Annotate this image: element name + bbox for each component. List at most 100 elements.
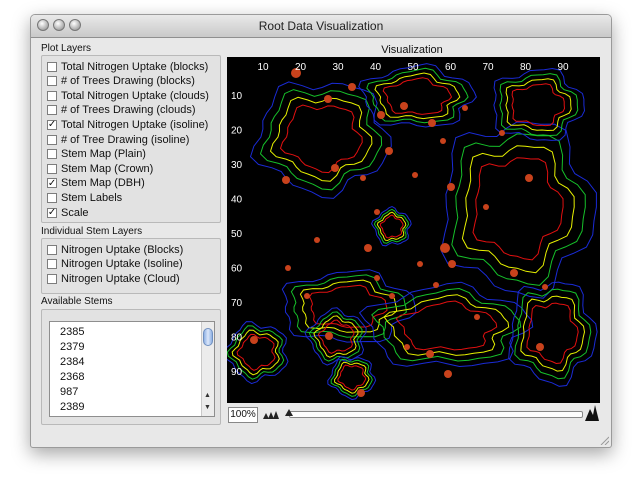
- plot-layer-checkbox[interactable]: ✓: [47, 119, 57, 130]
- zoom-level-field[interactable]: 100%: [228, 407, 258, 423]
- scroll-up-arrow-icon[interactable]: ▲: [204, 392, 211, 399]
- stem-dot[interactable]: [360, 175, 366, 181]
- plot-layer-checkbox[interactable]: [47, 90, 57, 101]
- plot-layer-item[interactable]: Total Nitrogen Uptake (clouds): [47, 89, 209, 102]
- plot-layer-item[interactable]: # of Trees Drawing (clouds): [47, 104, 196, 117]
- plot-layer-checkbox[interactable]: [47, 105, 57, 116]
- plot-layer-item[interactable]: # of Trees Drawing (blocks): [47, 75, 195, 88]
- stem-list-item[interactable]: 987: [60, 386, 78, 398]
- stem-dot[interactable]: [433, 282, 439, 288]
- stem-dot[interactable]: [385, 147, 393, 155]
- stem-layer-checkbox[interactable]: [47, 259, 57, 270]
- stem-layer-item[interactable]: Nitrogen Uptake (Isoline): [47, 258, 183, 271]
- stem-dot[interactable]: [474, 314, 480, 320]
- stem-dot[interactable]: [536, 343, 544, 351]
- zoom-slider[interactable]: [289, 411, 583, 418]
- stem-dot[interactable]: [428, 119, 436, 127]
- stem-layers-label: Individual Stem Layers: [41, 226, 143, 237]
- plot-layer-item[interactable]: Stem Map (Plain): [47, 148, 146, 161]
- stem-list-item[interactable]: 2389: [60, 401, 84, 413]
- stem-dot[interactable]: [542, 284, 548, 290]
- stem-dot[interactable]: [282, 176, 290, 184]
- stem-dot[interactable]: [412, 172, 418, 178]
- stem-dot[interactable]: [447, 183, 455, 191]
- zoom-slider-thumb[interactable]: [285, 409, 293, 416]
- visualization-canvas[interactable]: 10 20 30 40 50 60 70 80 90 10 20 30 40 50 60 70 80 90: [222, 57, 600, 403]
- plot-layer-label: Stem Map (Plain): [61, 148, 146, 161]
- stem-dot[interactable]: [426, 350, 434, 358]
- stems-scrollbar[interactable]: ▲ ▼: [201, 322, 214, 416]
- plot-layer-checkbox[interactable]: ✓: [47, 207, 57, 218]
- stem-list-item[interactable]: 2368: [60, 371, 84, 383]
- visualization-title: Visualization: [381, 44, 443, 56]
- stem-dot[interactable]: [440, 138, 446, 144]
- x-tick-label: 40: [370, 62, 382, 73]
- stem-dot[interactable]: [448, 260, 456, 268]
- y-tick-label: 20: [231, 126, 243, 137]
- stem-list-item[interactable]: 2384: [60, 356, 84, 368]
- stem-dot[interactable]: [364, 244, 372, 252]
- stem-dot[interactable]: [389, 293, 395, 299]
- small-mountains-icon[interactable]: [263, 409, 279, 419]
- stem-dot[interactable]: [510, 269, 518, 277]
- stem-dot[interactable]: [325, 332, 333, 340]
- stem-dot[interactable]: [483, 204, 489, 210]
- stem-layer-checkbox[interactable]: [47, 244, 57, 255]
- stem-layer-checkbox[interactable]: [47, 273, 57, 284]
- stem-dot[interactable]: [499, 130, 505, 136]
- plot-layer-checkbox[interactable]: [47, 149, 57, 160]
- x-tick-label: 60: [445, 62, 457, 73]
- stem-layer-label: Nitrogen Uptake (Isoline): [61, 258, 183, 271]
- isoline-map: 10 20 30 40 50 60 70 80 90 10 20 30 40 50 60 70 80 90: [222, 62, 598, 401]
- plot-layer-item[interactable]: ✓ Scale: [47, 206, 89, 219]
- stem-list-item[interactable]: 2379: [60, 341, 84, 353]
- scroll-down-arrow-icon[interactable]: ▼: [204, 404, 211, 411]
- stem-dot[interactable]: [444, 370, 452, 378]
- stem-dot[interactable]: [324, 95, 332, 103]
- stem-dot[interactable]: [404, 344, 410, 350]
- stem-layer-item[interactable]: Nitrogen Uptake (Cloud): [47, 272, 180, 285]
- plot-layer-item[interactable]: Total Nitrogen Uptake (blocks): [47, 60, 208, 73]
- y-tick-label: 90: [231, 367, 243, 378]
- stem-dot[interactable]: [357, 389, 365, 397]
- plot-layer-item[interactable]: # of Tree Drawing (isoline): [47, 133, 189, 146]
- isoline: [511, 83, 566, 127]
- plot-layer-checkbox[interactable]: [47, 76, 57, 87]
- stem-dot[interactable]: [374, 209, 380, 215]
- isoline: [249, 81, 392, 199]
- plot-layer-item[interactable]: ✓ Stem Map (DBH): [47, 177, 145, 190]
- plot-layer-item[interactable]: Stem Labels: [47, 191, 122, 204]
- stem-layer-label: Nitrogen Uptake (Blocks): [61, 243, 184, 256]
- plot-layer-checkbox[interactable]: ✓: [47, 178, 57, 189]
- available-stems-label: Available Stems: [41, 296, 113, 307]
- stem-dot[interactable]: [440, 243, 450, 253]
- stem-dot[interactable]: [250, 336, 258, 344]
- plot-layer-label: Scale: [61, 206, 89, 219]
- stem-dot[interactable]: [348, 83, 356, 91]
- stem-list-item[interactable]: 2385: [60, 326, 84, 338]
- available-stems-list[interactable]: 2385 2379 2384 2368 987 2389 ▲ ▼: [49, 321, 215, 417]
- y-tick-label: 60: [231, 264, 243, 275]
- plot-layer-checkbox[interactable]: [47, 134, 57, 145]
- stem-dot[interactable]: [462, 105, 468, 111]
- stem-dot[interactable]: [285, 265, 291, 271]
- stem-dot[interactable]: [377, 111, 385, 119]
- large-mountain-icon[interactable]: [585, 403, 599, 421]
- stem-dot[interactable]: [314, 237, 320, 243]
- isoline: [461, 145, 575, 274]
- resize-grip-icon[interactable]: [599, 435, 609, 445]
- plot-layer-item[interactable]: Stem Map (Crown): [47, 162, 153, 175]
- stem-dot[interactable]: [304, 293, 310, 299]
- stem-layer-item[interactable]: Nitrogen Uptake (Blocks): [47, 243, 183, 256]
- plot-layer-checkbox[interactable]: [47, 163, 57, 174]
- stem-dot[interactable]: [417, 261, 423, 267]
- title-bar[interactable]: Root Data Visualization: [31, 15, 611, 38]
- stem-dot[interactable]: [331, 164, 339, 172]
- stems-scroll-thumb[interactable]: [203, 328, 213, 346]
- plot-layer-checkbox[interactable]: [47, 192, 57, 203]
- stem-dot[interactable]: [400, 102, 408, 110]
- stem-dot[interactable]: [374, 275, 380, 281]
- stem-dot[interactable]: [525, 174, 533, 182]
- plot-layer-item[interactable]: ✓ Total Nitrogen Uptake (isoline): [47, 118, 208, 131]
- plot-layer-checkbox[interactable]: [47, 61, 57, 72]
